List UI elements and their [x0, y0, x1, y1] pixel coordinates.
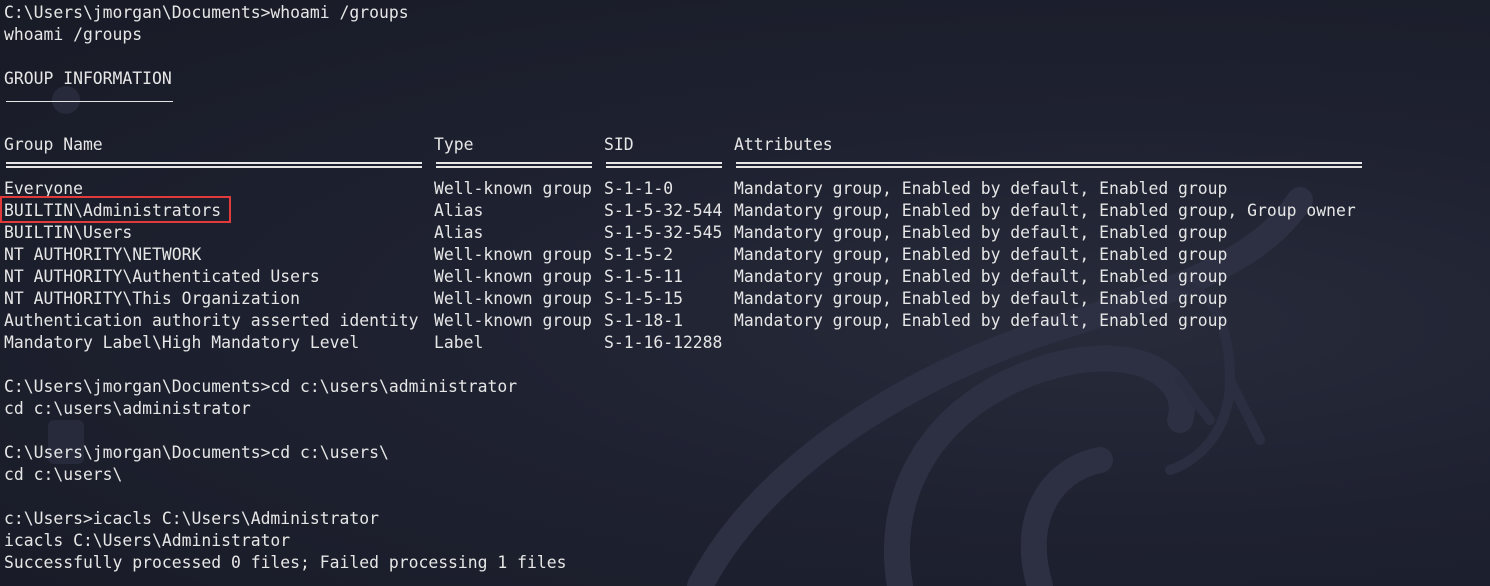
group-name-cell: BUILTIN\Users	[4, 223, 133, 242]
group-information-heading: GROUP INFORMATION	[4, 69, 172, 88]
group-name-cell: Mandatory Label\High Mandatory Level	[4, 333, 360, 352]
table-row: Authentication authority asserted identi…	[4, 310, 1404, 332]
sid-cell: S-1-5-2	[604, 245, 674, 264]
sid-cell: S-1-5-32-545	[604, 223, 723, 242]
sid-cell: S-1-18-1	[604, 311, 683, 330]
table-row: BUILTIN\Users Alias S-1-5-32-545 Mandato…	[4, 222, 1404, 244]
column-header-sid: SID	[604, 135, 634, 154]
attributes-cell: Mandatory group, Enabled by default, Ena…	[734, 223, 1228, 242]
sid-cell: S-1-5-32-544	[604, 201, 723, 220]
echo-cd-administrator-line: cd c:\users\administrator	[4, 399, 251, 418]
group-name-cell: Authentication authority asserted identi…	[4, 311, 419, 330]
group-name-cell: NT AUTHORITY\NETWORK	[4, 245, 202, 264]
group-name-cell: NT AUTHORITY\This Organization	[4, 289, 301, 308]
attributes-cell: Mandatory group, Enabled by default, Ena…	[734, 267, 1228, 286]
attributes-cell: Mandatory group, Enabled by default, Ena…	[734, 245, 1228, 264]
table-row: NT AUTHORITY\NETWORK Well-known group S-…	[4, 244, 1404, 266]
attributes-cell: Mandatory group, Enabled by default, Ena…	[734, 289, 1228, 308]
group-name-cell: NT AUTHORITY\Authenticated Users	[4, 267, 320, 286]
table-row: NT AUTHORITY\Authenticated Users Well-kn…	[4, 266, 1404, 288]
sid-cell: S-1-16-12288	[604, 333, 723, 352]
prompt-icacls-line: c:\Users>icacls C:\Users\Administrator	[4, 509, 379, 528]
separator-sid	[606, 162, 722, 168]
table-header-row: Group Name Type SID Attributes	[4, 134, 1404, 156]
prompt-cd-users-line: C:\Users\jmorgan\Documents>cd c:\users\	[4, 443, 389, 462]
type-cell: Alias	[434, 201, 484, 220]
prompt-cd-administrator-line: C:\Users\jmorgan\Documents>cd c:\users\a…	[4, 377, 518, 396]
sid-cell: S-1-1-0	[604, 179, 674, 198]
separator-group-name	[6, 162, 422, 168]
type-cell: Well-known group	[434, 289, 592, 308]
type-cell: Well-known group	[434, 267, 592, 286]
column-header-attributes: Attributes	[734, 135, 833, 154]
attributes-cell: Mandatory group, Enabled by default, Ena…	[734, 201, 1356, 220]
column-header-type: Type	[434, 135, 474, 154]
sid-cell: S-1-5-15	[604, 289, 683, 308]
type-cell: Well-known group	[434, 245, 592, 264]
terminal-window[interactable]: C:\Users\jmorgan\Documents>whoami /group…	[0, 0, 1490, 586]
table-row: Mandatory Label\High Mandatory Level Lab…	[4, 332, 1404, 354]
separator-attributes	[736, 162, 1362, 168]
highlight-box-administrators	[0, 196, 231, 223]
echo-whoami-line: whoami /groups	[4, 25, 143, 44]
type-cell: Label	[434, 333, 484, 352]
type-cell: Well-known group	[434, 311, 592, 330]
heading-underline	[6, 101, 173, 102]
attributes-cell: Mandatory group, Enabled by default, Ena…	[734, 311, 1228, 330]
attributes-cell: Mandatory group, Enabled by default, Ena…	[734, 179, 1228, 198]
separator-type	[436, 162, 592, 168]
icacls-result-line: Successfully processed 0 files; Failed p…	[4, 553, 567, 572]
type-cell: Alias	[434, 223, 484, 242]
table-row: NT AUTHORITY\This Organization Well-know…	[4, 288, 1404, 310]
echo-icacls-line: icacls C:\Users\Administrator	[4, 531, 291, 550]
column-header-group-name: Group Name	[4, 135, 103, 154]
prompt-whoami-line: C:\Users\jmorgan\Documents>whoami /group…	[4, 3, 409, 22]
sid-cell: S-1-5-11	[604, 267, 683, 286]
echo-cd-users-line: cd c:\users\	[4, 465, 123, 484]
type-cell: Well-known group	[434, 179, 592, 198]
